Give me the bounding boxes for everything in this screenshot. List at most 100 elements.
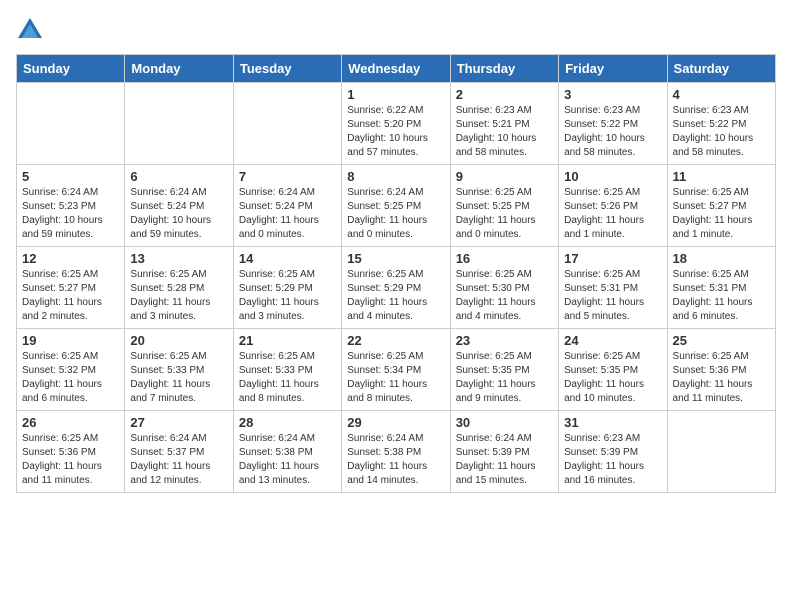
- day-number: 8: [347, 169, 444, 184]
- day-number: 14: [239, 251, 336, 266]
- page-header: [16, 16, 776, 44]
- day-number: 16: [456, 251, 553, 266]
- day-info: Sunrise: 6:25 AM Sunset: 5:29 PM Dayligh…: [239, 268, 336, 324]
- day-info: Sunrise: 6:25 AM Sunset: 5:31 PM Dayligh…: [564, 268, 661, 324]
- day-number: 2: [456, 87, 553, 102]
- day-info: Sunrise: 6:24 AM Sunset: 5:38 PM Dayligh…: [347, 432, 444, 488]
- day-info: Sunrise: 6:25 AM Sunset: 5:26 PM Dayligh…: [564, 186, 661, 242]
- day-info: Sunrise: 6:23 AM Sunset: 5:21 PM Dayligh…: [456, 104, 553, 160]
- day-number: 3: [564, 87, 661, 102]
- calendar-cell: 4Sunrise: 6:23 AM Sunset: 5:22 PM Daylig…: [667, 83, 775, 165]
- day-info: Sunrise: 6:25 AM Sunset: 5:34 PM Dayligh…: [347, 350, 444, 406]
- day-number: 24: [564, 333, 661, 348]
- calendar-cell: 15 Sunrise: 6:25 AM Sunset: 5:29 PM Dayli…: [342, 247, 450, 329]
- day-number: 9: [456, 169, 553, 184]
- day-info: Sunrise: 6:25 AM Sunset: 5:35 PM Dayligh…: [564, 350, 661, 406]
- logo-icon: [16, 16, 44, 44]
- day-of-week-header: Tuesday: [233, 55, 341, 83]
- week-row: 5 Sunrise: 6:24 AM Sunset: 5:23 PM Daylig…: [17, 165, 776, 247]
- day-number: 25: [673, 333, 770, 348]
- day-number: 18: [673, 251, 770, 266]
- day-info: Sunrise: 6:24 AM Sunset: 5:37 PM Dayligh…: [130, 432, 227, 488]
- day-of-week-header: Saturday: [667, 55, 775, 83]
- day-number: 21: [239, 333, 336, 348]
- day-number: 30: [456, 415, 553, 430]
- day-number: 17: [564, 251, 661, 266]
- day-number: 5: [22, 169, 119, 184]
- day-info: Sunrise: 6:24 AM Sunset: 5:24 PM Dayligh…: [130, 186, 227, 242]
- calendar-cell: 24 Sunrise: 6:25 AM Sunset: 5:35 PM Dayli…: [559, 329, 667, 411]
- calendar-cell: [125, 83, 233, 165]
- week-row: 1Sunrise: 6:22 AM Sunset: 5:20 PM Daylig…: [17, 83, 776, 165]
- calendar-cell: 12 Sunrise: 6:25 AM Sunset: 5:27 PM Dayli…: [17, 247, 125, 329]
- day-info: Sunrise: 6:25 AM Sunset: 5:27 PM Dayligh…: [673, 186, 770, 242]
- calendar-cell: 21 Sunrise: 6:25 AM Sunset: 5:33 PM Dayli…: [233, 329, 341, 411]
- day-info: Sunrise: 6:24 AM Sunset: 5:24 PM Dayligh…: [239, 186, 336, 242]
- calendar-table: SundayMondayTuesdayWednesdayThursdayFrid…: [16, 54, 776, 493]
- calendar-cell: 18 Sunrise: 6:25 AM Sunset: 5:31 PM Dayli…: [667, 247, 775, 329]
- day-info: Sunrise: 6:25 AM Sunset: 5:29 PM Dayligh…: [347, 268, 444, 324]
- calendar-cell: 6 Sunrise: 6:24 AM Sunset: 5:24 PM Daylig…: [125, 165, 233, 247]
- day-of-week-header: Sunday: [17, 55, 125, 83]
- day-info: Sunrise: 6:24 AM Sunset: 5:39 PM Dayligh…: [456, 432, 553, 488]
- day-info: Sunrise: 6:25 AM Sunset: 5:30 PM Dayligh…: [456, 268, 553, 324]
- day-info: Sunrise: 6:23 AM Sunset: 5:39 PM Dayligh…: [564, 432, 661, 488]
- day-info: Sunrise: 6:25 AM Sunset: 5:36 PM Dayligh…: [673, 350, 770, 406]
- logo: [16, 16, 46, 44]
- day-info: Sunrise: 6:25 AM Sunset: 5:33 PM Dayligh…: [239, 350, 336, 406]
- calendar-cell: 9 Sunrise: 6:25 AM Sunset: 5:25 PM Daylig…: [450, 165, 558, 247]
- calendar-cell: 25 Sunrise: 6:25 AM Sunset: 5:36 PM Dayli…: [667, 329, 775, 411]
- day-info: Sunrise: 6:25 AM Sunset: 5:28 PM Dayligh…: [130, 268, 227, 324]
- day-number: 11: [673, 169, 770, 184]
- day-number: 26: [22, 415, 119, 430]
- calendar-cell: 31 Sunrise: 6:23 AM Sunset: 5:39 PM Dayli…: [559, 411, 667, 493]
- calendar-cell: [233, 83, 341, 165]
- day-info: Sunrise: 6:25 AM Sunset: 5:27 PM Dayligh…: [22, 268, 119, 324]
- day-of-week-header: Monday: [125, 55, 233, 83]
- day-info: Sunrise: 6:25 AM Sunset: 5:35 PM Dayligh…: [456, 350, 553, 406]
- calendar-cell: [17, 83, 125, 165]
- day-info: Sunrise: 6:25 AM Sunset: 5:25 PM Dayligh…: [456, 186, 553, 242]
- day-info: Sunrise: 6:25 AM Sunset: 5:36 PM Dayligh…: [22, 432, 119, 488]
- calendar-cell: 1Sunrise: 6:22 AM Sunset: 5:20 PM Daylig…: [342, 83, 450, 165]
- calendar-cell: 26 Sunrise: 6:25 AM Sunset: 5:36 PM Dayli…: [17, 411, 125, 493]
- day-number: 15: [347, 251, 444, 266]
- calendar-cell: 10 Sunrise: 6:25 AM Sunset: 5:26 PM Dayli…: [559, 165, 667, 247]
- week-row: 19Sunrise: 6:25 AM Sunset: 5:32 PM Dayli…: [17, 329, 776, 411]
- day-number: 31: [564, 415, 661, 430]
- day-number: 20: [130, 333, 227, 348]
- calendar-cell: 23 Sunrise: 6:25 AM Sunset: 5:35 PM Dayli…: [450, 329, 558, 411]
- day-number: 27: [130, 415, 227, 430]
- day-number: 1: [347, 87, 444, 102]
- day-number: 12: [22, 251, 119, 266]
- calendar-cell: 7 Sunrise: 6:24 AM Sunset: 5:24 PM Daylig…: [233, 165, 341, 247]
- calendar-cell: 29Sunrise: 6:24 AM Sunset: 5:38 PM Dayli…: [342, 411, 450, 493]
- calendar-cell: 20 Sunrise: 6:25 AM Sunset: 5:33 PM Dayli…: [125, 329, 233, 411]
- day-of-week-header: Thursday: [450, 55, 558, 83]
- calendar-cell: 2 Sunrise: 6:23 AM Sunset: 5:21 PM Daylig…: [450, 83, 558, 165]
- calendar-cell: 30 Sunrise: 6:24 AM Sunset: 5:39 PM Dayli…: [450, 411, 558, 493]
- calendar-cell: 16 Sunrise: 6:25 AM Sunset: 5:30 PM Dayli…: [450, 247, 558, 329]
- calendar-cell: 13 Sunrise: 6:25 AM Sunset: 5:28 PM Dayli…: [125, 247, 233, 329]
- day-number: 13: [130, 251, 227, 266]
- day-number: 19: [22, 333, 119, 348]
- day-number: 6: [130, 169, 227, 184]
- day-number: 7: [239, 169, 336, 184]
- calendar-cell: 27 Sunrise: 6:24 AM Sunset: 5:37 PM Dayli…: [125, 411, 233, 493]
- calendar-cell: 17 Sunrise: 6:25 AM Sunset: 5:31 PM Dayli…: [559, 247, 667, 329]
- day-number: 22: [347, 333, 444, 348]
- day-number: 10: [564, 169, 661, 184]
- calendar-cell: 11 Sunrise: 6:25 AM Sunset: 5:27 PM Dayli…: [667, 165, 775, 247]
- calendar-header-row: SundayMondayTuesdayWednesdayThursdayFrid…: [17, 55, 776, 83]
- day-of-week-header: Friday: [559, 55, 667, 83]
- calendar-cell: 5 Sunrise: 6:24 AM Sunset: 5:23 PM Daylig…: [17, 165, 125, 247]
- calendar-cell: 22 Sunrise: 6:25 AM Sunset: 5:34 PM Dayli…: [342, 329, 450, 411]
- day-info: Sunrise: 6:25 AM Sunset: 5:33 PM Dayligh…: [130, 350, 227, 406]
- day-of-week-header: Wednesday: [342, 55, 450, 83]
- calendar-cell: 3Sunrise: 6:23 AM Sunset: 5:22 PM Daylig…: [559, 83, 667, 165]
- calendar-cell: 8Sunrise: 6:24 AM Sunset: 5:25 PM Daylig…: [342, 165, 450, 247]
- day-number: 23: [456, 333, 553, 348]
- day-info: Sunrise: 6:24 AM Sunset: 5:38 PM Dayligh…: [239, 432, 336, 488]
- day-info: Sunrise: 6:25 AM Sunset: 5:31 PM Dayligh…: [673, 268, 770, 324]
- day-info: Sunrise: 6:24 AM Sunset: 5:23 PM Dayligh…: [22, 186, 119, 242]
